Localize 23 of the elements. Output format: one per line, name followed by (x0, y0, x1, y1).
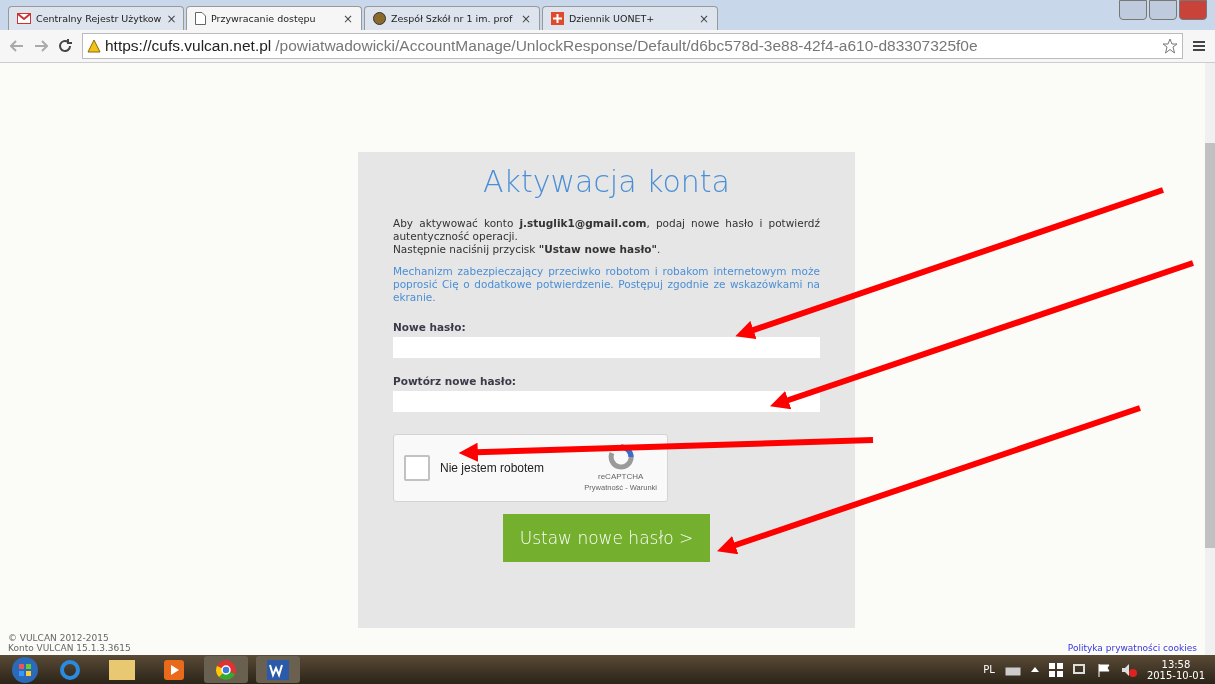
tab-close[interactable]: × (698, 11, 709, 26)
notice-text: Mechanizm zabezpieczający przeciwko robotom i robakom internetowym może poprosić Cię o dodatkowe potwierdzenie. Postępuj zgodnie ze wskazówkami na ekranie. (393, 265, 820, 304)
policy-link[interactable]: Polityka prywatności cookies (1067, 643, 1197, 653)
tab-close[interactable]: × (520, 11, 531, 26)
clock-time[interactable]: 13:58 (1161, 658, 1191, 670)
browser-tab[interactable]: Zespół Szkół nr 1 im. prof × (364, 6, 540, 30)
tab-close[interactable]: × (342, 11, 353, 26)
tab-close[interactable]: × (166, 11, 177, 26)
address-bar[interactable]: https://cufs.vulcan.net.pl /powiatwadowicki/AccountManage/UnlockResponse/Default/d6bc578d-3e88-42f4-a610-d83307325f0e (82, 33, 1183, 59)
field-label: Nowe hasło: (393, 321, 467, 333)
page-title: Aktywacja konta (482, 164, 731, 199)
language-indicator[interactable]: PL (983, 664, 995, 675)
browser-tab[interactable]: Centralny Rejestr Użytkow × (8, 6, 184, 30)
clock-date[interactable]: 2015-10-01 (1146, 669, 1205, 681)
captcha-label: Nie jestem robotem (440, 461, 546, 475)
intro-text: Aby aktywować konto j.stuglik1@gmail.com, podaj nowe hasło i potwierdź autentyczność operacji. (393, 217, 820, 243)
instruction-text: Następnie naciśnij przycisk "Ustaw nowe hasło". (393, 243, 662, 256)
field-label: Powtórz nowe hasło: (393, 375, 518, 387)
captcha-brand: reCAPTCHA (598, 472, 644, 481)
version-text: Konto VULCAN 15.1.3.3615 (8, 643, 131, 653)
copyright-text: © VULCAN 2012-2015 (8, 633, 110, 643)
browser-tab[interactable]: Przywracanie dostępu × (186, 6, 362, 30)
browser-tab[interactable]: Dziennik UONET+ × (542, 6, 718, 30)
